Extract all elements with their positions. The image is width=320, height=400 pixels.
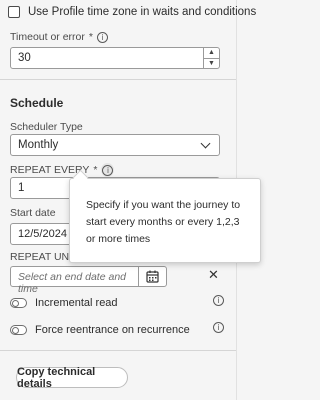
scheduler-type-value: Monthly: [18, 139, 59, 151]
repeat-every-info-wrap[interactable]: i: [101, 163, 115, 177]
incremental-read-toggle[interactable]: [10, 298, 27, 308]
copy-technical-details-button[interactable]: Copy technical details: [16, 366, 128, 390]
start-date-label: Start date: [10, 207, 56, 219]
tooltip-text: Specify if you want the journey to start…: [86, 199, 241, 245]
timeout-value[interactable]: 30: [11, 48, 203, 68]
stepper-up-icon[interactable]: ▲: [204, 48, 219, 59]
calendar-icon: [146, 270, 159, 283]
info-icon[interactable]: i: [96, 31, 108, 43]
repeat-until-placeholder[interactable]: Select an end date and time: [11, 267, 138, 295]
profile-timezone-label: Use Profile time zone in waits and condi…: [28, 6, 257, 18]
timeout-label-row: Timeout or error * i: [10, 31, 108, 43]
schedule-heading: Schedule: [10, 96, 64, 110]
start-date-input[interactable]: 12/5/2024 04:: [10, 223, 72, 245]
chevron-down-icon: [200, 138, 211, 148]
repeat-every-label-row: REPEAT EVERY * i: [10, 163, 115, 177]
timeout-required-mark: *: [88, 31, 93, 43]
close-icon[interactable]: ✕: [208, 268, 219, 283]
incremental-read-label: Incremental read: [35, 297, 118, 309]
info-icon[interactable]: i: [213, 295, 224, 306]
start-date-label-row: Start date: [10, 207, 56, 219]
info-icon[interactable]: i: [102, 165, 114, 176]
force-reentrance-label: Force reentrance on recurrence: [35, 324, 190, 336]
timeout-label: Timeout or error: [10, 31, 85, 43]
force-reentrance-toggle[interactable]: [10, 325, 27, 335]
calendar-button[interactable]: [138, 267, 166, 286]
section-divider: [0, 350, 236, 351]
section-divider: [0, 79, 236, 80]
scheduler-type-label: Scheduler Type: [10, 121, 83, 133]
incremental-read-row[interactable]: Incremental read: [10, 297, 118, 309]
timeout-stepper[interactable]: ▲ ▼: [203, 48, 219, 68]
repeat-every-tooltip: Specify if you want the journey to start…: [69, 178, 261, 263]
scheduler-type-select[interactable]: Monthly: [10, 134, 220, 156]
profile-timezone-row[interactable]: Use Profile time zone in waits and condi…: [8, 6, 256, 18]
profile-timezone-checkbox[interactable]: [8, 6, 20, 18]
repeat-until-input[interactable]: Select an end date and time: [10, 266, 167, 295]
timeout-input[interactable]: 30 ▲ ▼: [10, 47, 220, 69]
force-reentrance-row[interactable]: Force reentrance on recurrence: [10, 324, 190, 336]
stepper-down-icon[interactable]: ▼: [204, 59, 219, 69]
repeat-every-required-mark: *: [93, 164, 98, 176]
info-icon[interactable]: i: [213, 322, 224, 333]
scheduler-type-label-text: Scheduler Type: [10, 121, 83, 133]
